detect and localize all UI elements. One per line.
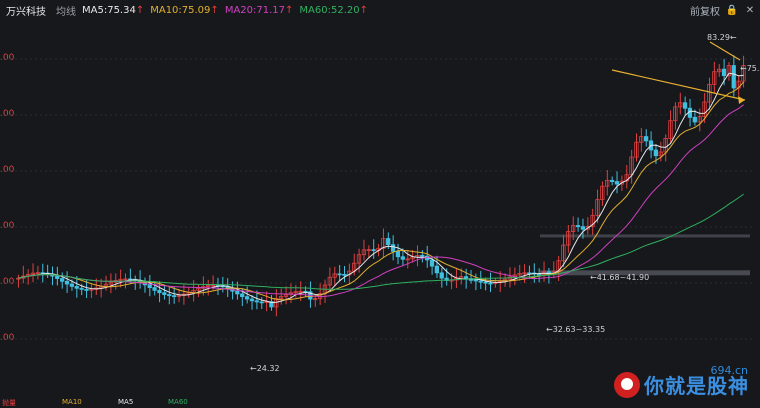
volume-label: 抛量 xyxy=(2,399,16,407)
candle-body xyxy=(162,292,167,295)
ma5-line xyxy=(18,72,744,304)
candle-body xyxy=(653,149,659,157)
last-price-label: ←75.66 xyxy=(740,64,760,73)
candle-body xyxy=(390,244,396,252)
candle-body xyxy=(244,296,250,300)
ma60-readout: MA60:52.20↑ xyxy=(299,5,368,16)
candle-body xyxy=(478,280,483,283)
candle-body xyxy=(473,279,478,282)
candle-body xyxy=(254,300,259,303)
candle-body xyxy=(488,282,493,285)
ma5-readout: MA5:75.34↑ xyxy=(82,5,144,16)
chart-grid xyxy=(0,58,752,340)
candle-body xyxy=(434,265,439,274)
candle-body xyxy=(721,68,727,77)
candle-body xyxy=(386,238,391,246)
candle-body xyxy=(439,272,444,279)
ma10-readout: MA10:75.09↑ xyxy=(150,5,219,16)
trend-line-short xyxy=(709,41,741,61)
moving-averages xyxy=(18,72,744,304)
volume-ma60-label: MA60 xyxy=(168,398,188,406)
candle-body xyxy=(249,298,255,302)
candle-body xyxy=(55,275,60,279)
candle-body xyxy=(682,102,688,109)
support2-label: ←32.63~33.35 xyxy=(546,325,605,334)
candle-body xyxy=(575,225,581,228)
candle-body xyxy=(337,273,342,276)
candle-body xyxy=(60,278,65,282)
ma10-arrow: ↑ xyxy=(210,4,219,16)
candle-body xyxy=(429,259,435,267)
candle-body xyxy=(171,295,177,298)
chart-tools: 前复权 🔒 ✕ xyxy=(690,3,756,18)
candle-body xyxy=(692,116,697,123)
candle-body xyxy=(395,251,401,258)
ma60-value: MA60:52.20 xyxy=(299,4,360,16)
low-price-label: ←24.32 xyxy=(250,364,280,373)
adjust-mode-button[interactable]: 前复权 xyxy=(690,3,720,18)
candle-body xyxy=(580,226,586,230)
candle-body xyxy=(483,281,488,284)
watermark-text: 你就是股神 xyxy=(644,374,749,398)
ma10-value: MA10:75.09 xyxy=(150,4,211,16)
ma5-value: MA5:75.34 xyxy=(82,4,136,16)
candle-body xyxy=(167,294,172,297)
stock-chart-window: 万兴科技 均线 MA5:75.34↑ MA10:75.09↑ MA20:71.1… xyxy=(0,0,760,407)
ma20-arrow: ↑ xyxy=(285,4,294,16)
stock-name[interactable]: 万兴科技 xyxy=(6,3,46,18)
candle-body xyxy=(157,289,162,294)
ma20-readout: MA20:71.17↑ xyxy=(225,5,294,16)
volume-header: 抛量 MA10 MA5 MA60 xyxy=(0,398,760,407)
candle-body xyxy=(235,290,240,295)
trend-arrow-icon xyxy=(738,96,745,104)
support-zones xyxy=(540,234,750,276)
close-icon[interactable]: ✕ xyxy=(744,5,756,17)
support-zone-1 xyxy=(540,234,750,238)
ma20-line xyxy=(18,104,744,298)
candle-body xyxy=(147,284,152,289)
candle-body xyxy=(74,286,79,289)
candle-body xyxy=(614,181,620,185)
price-annotations: ←24.32 83.29← ←75.66 ←41.68~41.90 ←32.63~33.… xyxy=(250,33,760,373)
high-price-label: 83.29← xyxy=(707,33,737,42)
candle-body xyxy=(371,249,376,252)
candle-body xyxy=(79,287,84,290)
ma-toggle-label[interactable]: 均线 xyxy=(56,3,76,18)
candle-body xyxy=(468,278,474,281)
candle-body xyxy=(240,293,245,298)
candle-body xyxy=(400,256,405,260)
candle-body xyxy=(152,287,157,291)
candle-body xyxy=(609,179,615,182)
chart-header: 万兴科技 均线 MA5:75.34↑ MA10:75.09↑ MA20:71.1… xyxy=(0,0,760,20)
ma5-arrow: ↑ xyxy=(135,4,145,16)
candle-body xyxy=(731,65,736,89)
support1-label: ←41.68~41.90 xyxy=(590,273,649,282)
candle-body xyxy=(69,283,74,287)
candle-body xyxy=(342,273,347,276)
candle-body xyxy=(259,301,264,304)
ma60-arrow: ↑ xyxy=(359,4,368,16)
volume-ma5-label: MA5 xyxy=(118,398,134,406)
candlestick-chart[interactable]: ←24.32 83.29← ←75.66 ←41.68~41.90 ←32.63~33.… xyxy=(0,20,760,398)
watermark: 你就是股神 xyxy=(614,370,749,399)
volume-ma10-label: MA10 xyxy=(62,398,82,406)
candle-body xyxy=(644,136,649,142)
candle-body xyxy=(84,289,89,291)
candle-body xyxy=(64,280,70,285)
watermark-logo-icon xyxy=(614,371,640,398)
candle-body xyxy=(420,254,425,257)
ma20-value: MA20:71.17 xyxy=(224,4,286,16)
lock-icon[interactable]: 🔒 xyxy=(726,5,738,17)
